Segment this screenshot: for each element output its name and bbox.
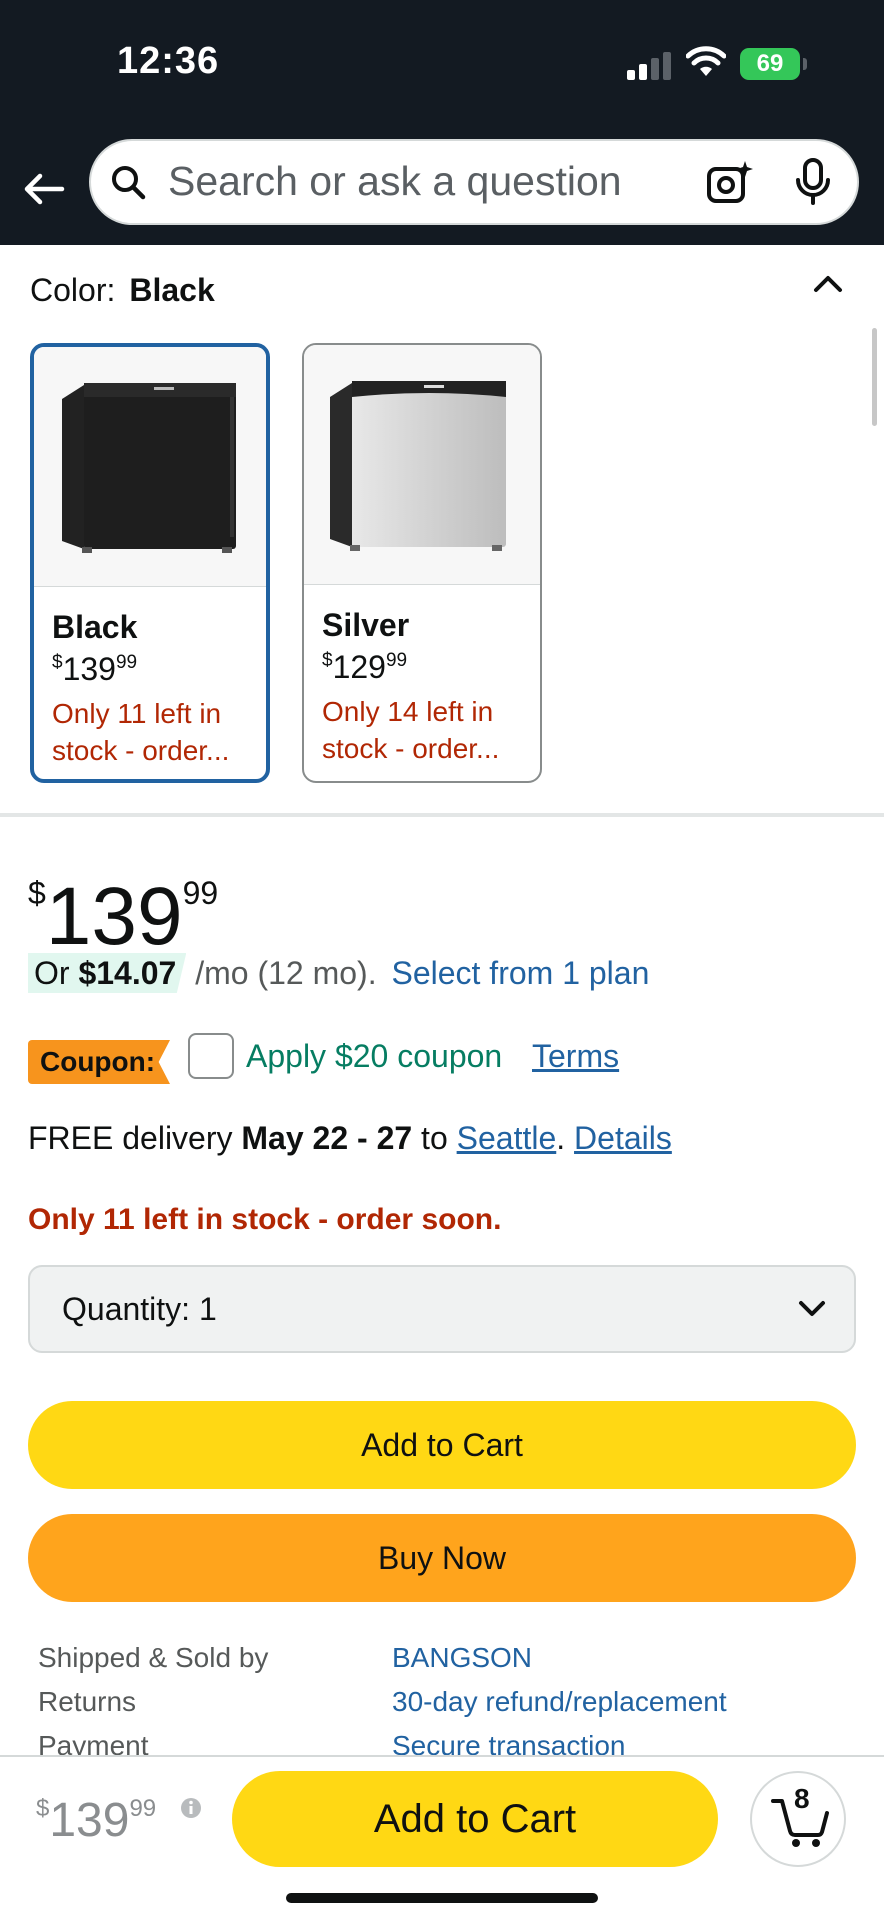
coupon-badge: Coupon: bbox=[28, 1040, 170, 1084]
home-indicator bbox=[286, 1893, 598, 1903]
search-icon bbox=[112, 166, 146, 200]
info-row: Returns 30-day refund/replacement bbox=[38, 1680, 838, 1724]
color-option-black[interactable]: Black $13999 Only 11 left in stock - ord… bbox=[30, 343, 270, 783]
buy-now-button[interactable]: Buy Now bbox=[28, 1514, 856, 1602]
color-selector-label: Color: Black bbox=[30, 272, 215, 309]
installment-plan: Or $14.07 /mo (12 mo). Select from 1 pla… bbox=[28, 953, 649, 993]
monthly-amount: $14.07 bbox=[78, 955, 177, 991]
sticky-add-to-cart-button[interactable]: Add to Cart bbox=[232, 1771, 718, 1867]
color-option-stock: Only 14 left in stock - order... bbox=[322, 696, 500, 764]
chevron-down-icon bbox=[799, 1301, 825, 1316]
camera-lens-icon[interactable] bbox=[705, 159, 753, 207]
search-placeholder: Search or ask a question bbox=[168, 158, 622, 204]
coupon-checkbox[interactable] bbox=[188, 1033, 234, 1079]
info-key: Shipped & Sold by bbox=[38, 1642, 269, 1673]
info-row: Shipped & Sold by BANGSON bbox=[38, 1636, 838, 1680]
delivery-details-link[interactable]: Details bbox=[574, 1120, 672, 1156]
sticky-bottom-bar: $13999 Add to Cart 8 bbox=[0, 1755, 884, 1920]
status-time: 12:36 bbox=[117, 40, 220, 82]
add-to-cart-button[interactable]: Add to Cart bbox=[28, 1401, 856, 1489]
delivery-info: FREE delivery May 22 - 27 to Seattle. De… bbox=[28, 1120, 672, 1156]
info-icon[interactable] bbox=[180, 1797, 202, 1819]
cart-count: 8 bbox=[794, 1783, 810, 1814]
info-key: Returns bbox=[38, 1686, 137, 1717]
color-option-silver[interactable]: Silver $12999 Only 14 left in stock - or… bbox=[302, 343, 542, 783]
bottom-price: $13999 bbox=[36, 1794, 157, 1847]
stock-warning: Only 11 left in stock - order soon. bbox=[28, 1203, 502, 1236]
color-option-price: $12999 bbox=[322, 649, 408, 685]
black-fridge-image bbox=[34, 347, 266, 587]
chevron-up-icon[interactable] bbox=[810, 270, 846, 298]
microphone-icon[interactable] bbox=[793, 157, 833, 207]
cart-button[interactable]: 8 bbox=[750, 1771, 846, 1867]
product-price: $13999 bbox=[28, 871, 219, 962]
color-option-stock: Only 11 left in stock - order... bbox=[52, 698, 230, 766]
select-plan-link[interactable]: Select from 1 plan bbox=[391, 955, 649, 991]
quantity-dropdown[interactable]: Quantity: 1 bbox=[28, 1265, 856, 1353]
status-bar: 12:36 69 bbox=[0, 0, 884, 135]
returns-link[interactable]: 30-day refund/replacement bbox=[392, 1680, 727, 1724]
cellular-signal-icon bbox=[627, 50, 671, 80]
apply-coupon-label[interactable]: Apply $20 coupon bbox=[246, 1038, 502, 1075]
search-header: Search or ask a question bbox=[0, 135, 884, 245]
color-option-price: $13999 bbox=[52, 651, 138, 687]
coupon-terms-link[interactable]: Terms bbox=[532, 1038, 619, 1075]
color-label: Color: bbox=[30, 272, 116, 308]
seller-info-table: Shipped & Sold by BANGSON Returns 30-day… bbox=[38, 1636, 838, 1768]
battery-nub bbox=[803, 58, 807, 70]
battery-indicator: 69 bbox=[740, 48, 800, 80]
quantity-value: 1 bbox=[198, 1291, 217, 1327]
wifi-icon bbox=[686, 46, 726, 76]
delivery-location-link[interactable]: Seattle bbox=[457, 1120, 557, 1156]
delivery-dates: May 22 - 27 bbox=[241, 1120, 413, 1156]
silver-fridge-image bbox=[304, 345, 540, 585]
color-option-name: Silver bbox=[322, 607, 410, 643]
seller-link[interactable]: BANGSON bbox=[392, 1636, 532, 1680]
selected-color: Black bbox=[129, 272, 215, 308]
scrollbar[interactable] bbox=[872, 328, 877, 426]
quantity-label: Quantity: 1 bbox=[62, 1291, 217, 1327]
back-arrow-icon[interactable] bbox=[20, 165, 68, 213]
section-divider bbox=[0, 813, 884, 817]
search-input[interactable]: Search or ask a question bbox=[89, 139, 859, 225]
color-option-name: Black bbox=[52, 609, 138, 645]
